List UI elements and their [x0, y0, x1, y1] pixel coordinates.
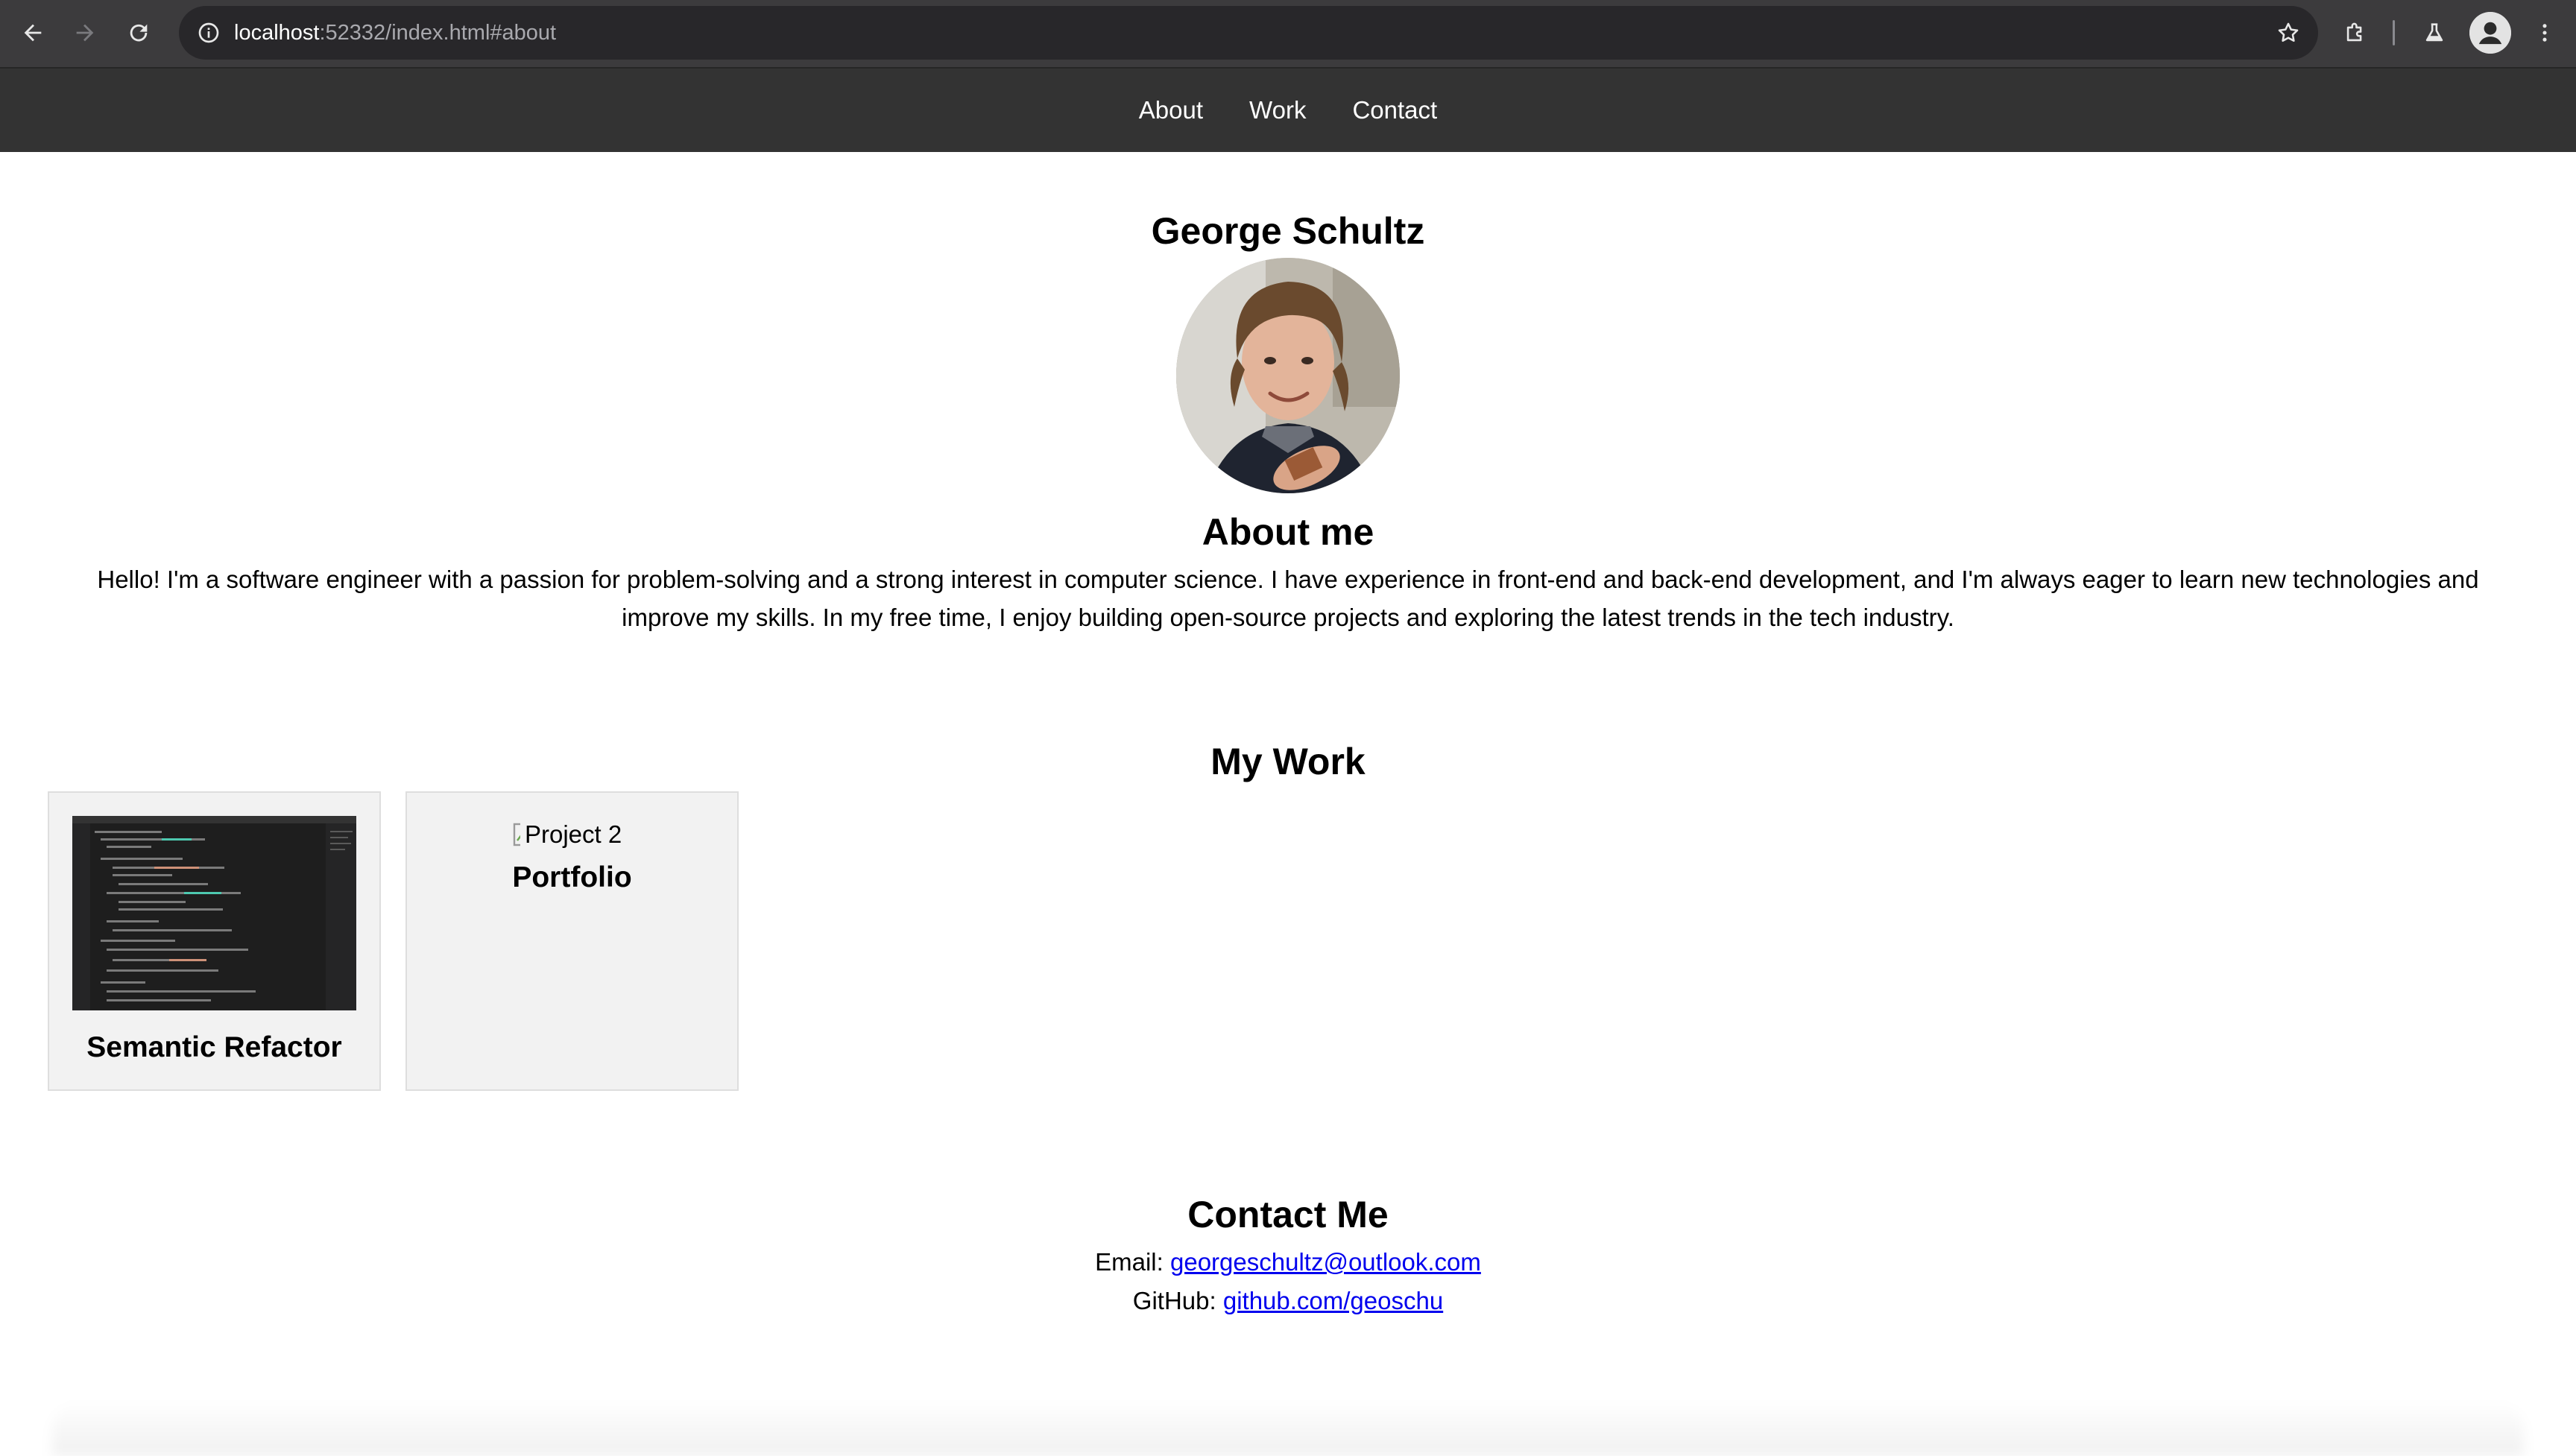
address-bar[interactable]: localhost:52332/index.html#about	[179, 6, 2318, 60]
about-heading: About me	[1202, 511, 1374, 553]
profile-photo	[1176, 258, 1400, 493]
project-screenshot	[72, 816, 356, 1010]
contact-heading: Contact Me	[1187, 1194, 1389, 1235]
flask-icon	[2425, 23, 2443, 42]
back-button[interactable]	[10, 10, 55, 55]
nav-link-work[interactable]: Work	[1249, 96, 1306, 124]
extensions-button[interactable]	[2333, 10, 2378, 55]
reload-button[interactable]	[116, 10, 161, 55]
profile-avatar-button[interactable]	[2469, 12, 2511, 54]
footer-edge	[52, 1401, 2524, 1456]
url-text[interactable]: localhost:52332/index.html#about	[234, 6, 556, 60]
project-card-semantic-refactor[interactable]: Semantic Refactor	[48, 791, 381, 1091]
person-icon	[2469, 12, 2511, 54]
url-path: :52332/index.html#about	[319, 21, 557, 45]
broken-image-alt: Project 2	[520, 818, 622, 851]
forward-button[interactable]	[63, 10, 107, 55]
code-editor-screenshot	[72, 816, 356, 1010]
github-link[interactable]: github.com/geoschu	[1223, 1287, 1443, 1314]
star-icon	[2278, 22, 2299, 42]
contact-email-line: Email: georgeschultz@outlook.com	[0, 1243, 2576, 1282]
email-label: Email:	[1095, 1248, 1164, 1276]
project-title: Semantic Refactor	[86, 1031, 342, 1063]
nav-link-contact[interactable]: Contact	[1352, 96, 1437, 124]
more-vert-icon	[2542, 24, 2547, 42]
labs-button[interactable]	[2412, 10, 2457, 55]
arrow-right-icon	[76, 24, 94, 42]
project-title: Portfolio	[512, 861, 632, 893]
url-host: localhost	[234, 21, 320, 45]
browser-menu-button[interactable]	[2522, 10, 2567, 55]
nav-link-about[interactable]: About	[1139, 96, 1203, 124]
reload-icon	[130, 24, 148, 42]
project-card-portfolio[interactable]: Project 2 Portfolio	[405, 791, 739, 1091]
site-navbar: About Work Contact	[0, 67, 2576, 152]
bookmark-button[interactable]	[2272, 16, 2305, 49]
portrait-image	[1176, 258, 1400, 493]
site-info-button[interactable]	[192, 16, 225, 49]
email-link[interactable]: georgeschultz@outlook.com	[1170, 1248, 1481, 1276]
arrow-left-icon	[24, 24, 42, 42]
browser-toolbar: localhost:52332/index.html#about	[0, 0, 2576, 67]
github-label: GitHub:	[1132, 1287, 1216, 1314]
profile-name: George Schultz	[1151, 210, 1425, 252]
work-heading: My Work	[1210, 741, 1366, 782]
toolbar-divider	[2393, 20, 2395, 45]
about-text: Hello! I'm a software engineer with a pa…	[97, 566, 2479, 631]
contact-github-line: GitHub: github.com/geoschu	[0, 1282, 2576, 1320]
puzzle-icon	[2346, 22, 2362, 42]
info-icon	[198, 22, 219, 43]
